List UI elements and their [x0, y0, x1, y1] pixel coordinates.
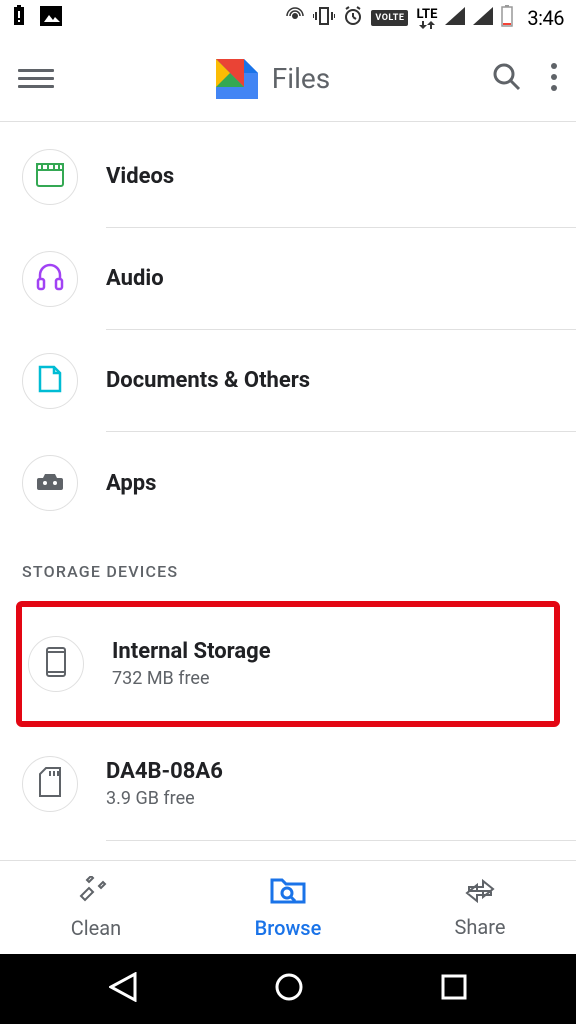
home-button[interactable] [274, 972, 304, 1006]
documents-icon [38, 365, 62, 397]
highlight-annotation: Internal Storage 732 MB free [16, 601, 560, 727]
vibrate-icon [313, 6, 335, 31]
category-label: Videos [106, 126, 576, 228]
nav-browse[interactable]: Browse [192, 861, 384, 954]
clean-icon [79, 876, 113, 910]
category-label: Audio [106, 228, 576, 330]
category-apps[interactable]: Apps [0, 432, 576, 534]
system-nav-bar [0, 954, 576, 1024]
image-icon [40, 6, 62, 31]
hotspot-icon [285, 6, 305, 31]
storage-subtitle: 3.9 GB free [106, 788, 576, 809]
nav-label: Clean [71, 916, 121, 940]
files-logo-icon [216, 59, 258, 99]
menu-button[interactable] [18, 69, 54, 88]
storage-sd-card[interactable]: DA4B-08A6 3.9 GB free [0, 727, 576, 841]
alarm-icon [343, 6, 363, 31]
volte-indicator: VOLTE [371, 10, 408, 26]
battery-low-icon [501, 5, 513, 32]
nav-label: Share [455, 915, 506, 939]
signal-icon-1 [445, 7, 465, 30]
app-bar: Files [0, 36, 576, 122]
browse-icon [270, 876, 306, 910]
signal-icon-2 [473, 7, 493, 30]
section-header-storage: STORAGE DEVICES [0, 534, 576, 601]
category-label: Apps [106, 432, 576, 534]
status-bar: VOLTE LTE 3:46 [0, 0, 576, 36]
recent-button[interactable] [441, 974, 467, 1004]
category-audio[interactable]: Audio [0, 228, 576, 330]
storage-subtitle: 732 MB free [112, 668, 554, 689]
status-time: 3:46 [527, 6, 564, 30]
sd-card-icon [38, 767, 62, 801]
bottom-nav: Clean Browse Share [0, 860, 576, 954]
nav-clean[interactable]: Clean [0, 861, 192, 954]
phone-icon [46, 647, 66, 681]
search-button[interactable] [492, 62, 522, 96]
audio-icon [36, 263, 64, 295]
storage-internal[interactable]: Internal Storage 732 MB free [22, 607, 554, 721]
category-label: Documents & Others [106, 330, 576, 432]
more-button[interactable] [550, 62, 558, 96]
nav-share[interactable]: Share [384, 861, 576, 954]
battery-alert-icon [12, 5, 26, 32]
back-button[interactable] [109, 972, 137, 1006]
nav-label: Browse [255, 916, 322, 940]
category-videos[interactable]: Videos [0, 126, 576, 228]
share-icon [463, 877, 497, 909]
category-documents[interactable]: Documents & Others [0, 330, 576, 432]
apps-icon [35, 470, 65, 496]
content-area: Videos Audio Documents & Others Apps STO… [0, 122, 576, 860]
lte-indicator: LTE [416, 8, 437, 29]
app-title: Files [272, 62, 330, 95]
storage-name: DA4B-08A6 [106, 759, 576, 784]
storage-name: Internal Storage [112, 639, 554, 664]
videos-icon [36, 163, 64, 191]
